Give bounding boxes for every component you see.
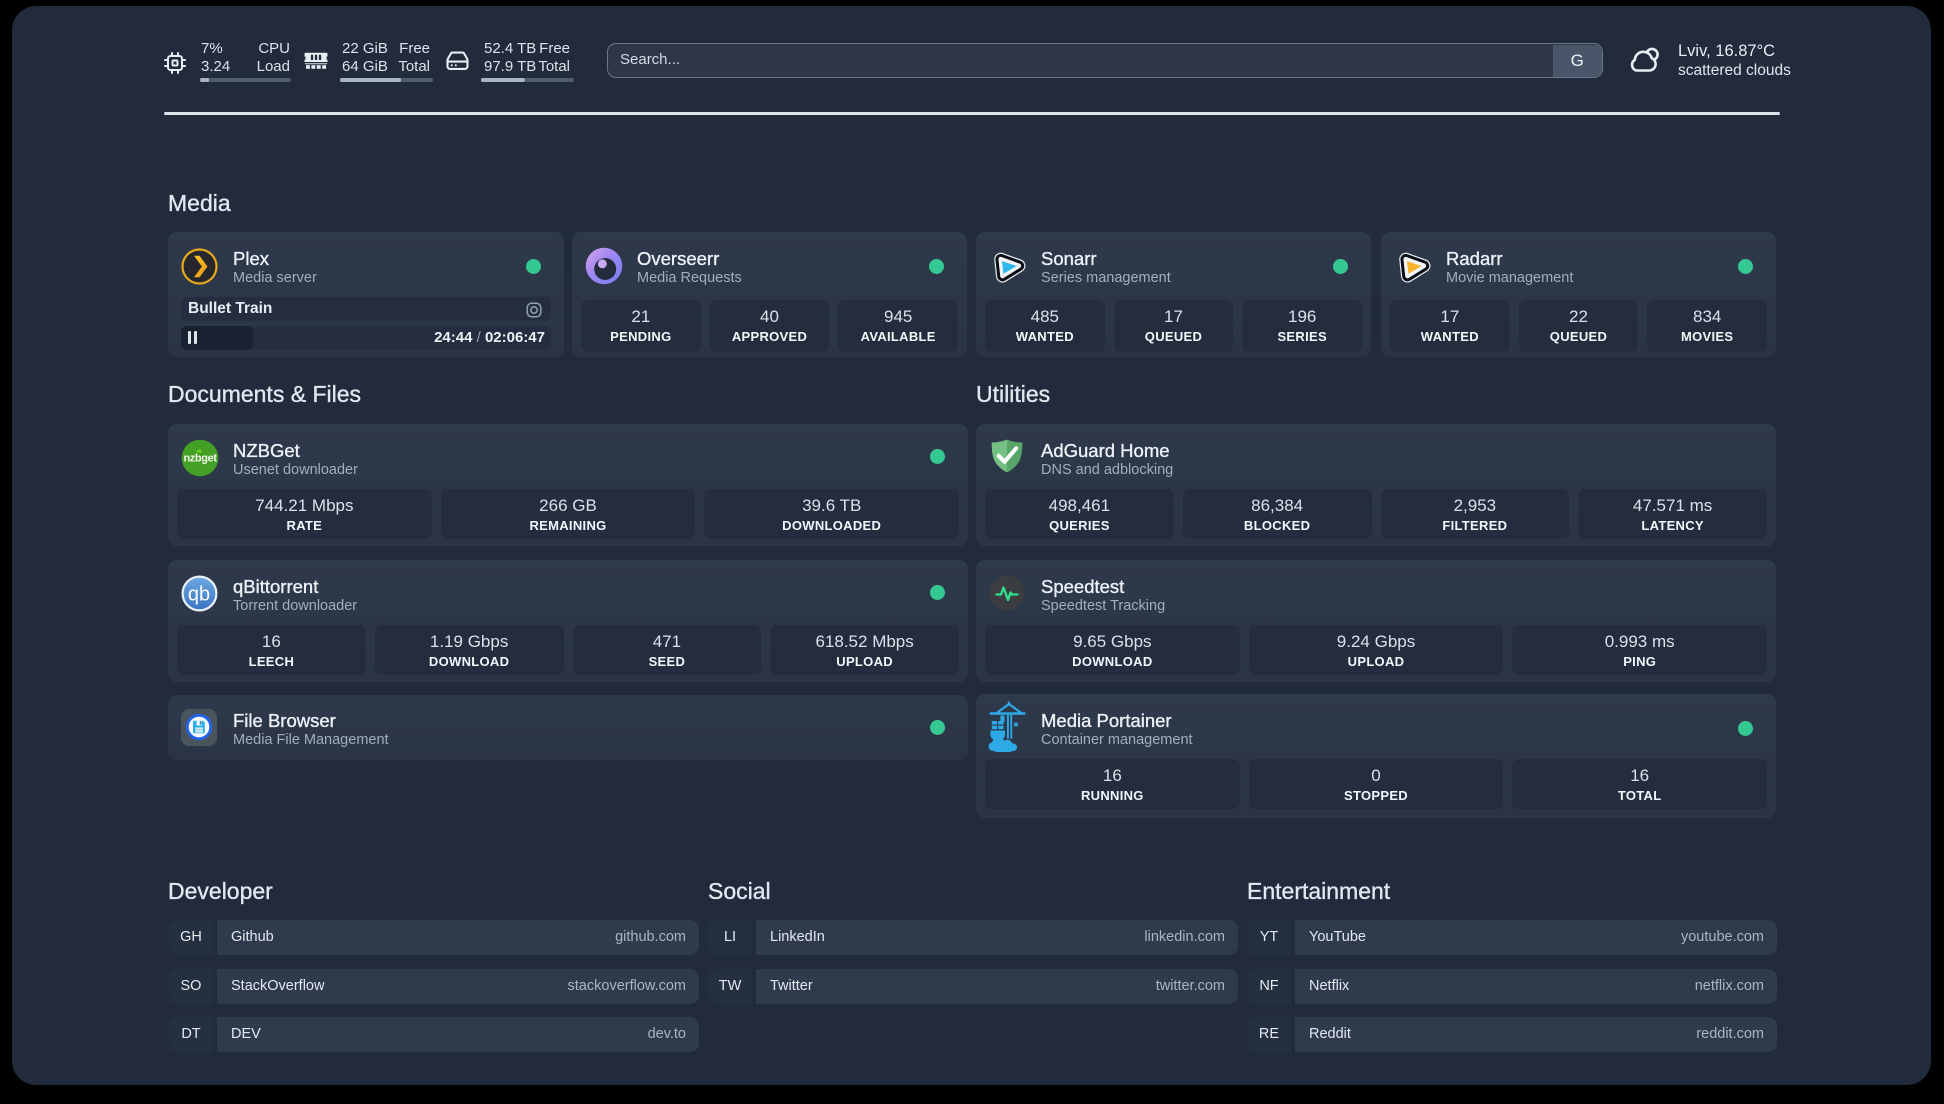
svg-text:nzbget: nzbget: [183, 453, 217, 465]
svg-text:qb: qb: [188, 584, 210, 606]
